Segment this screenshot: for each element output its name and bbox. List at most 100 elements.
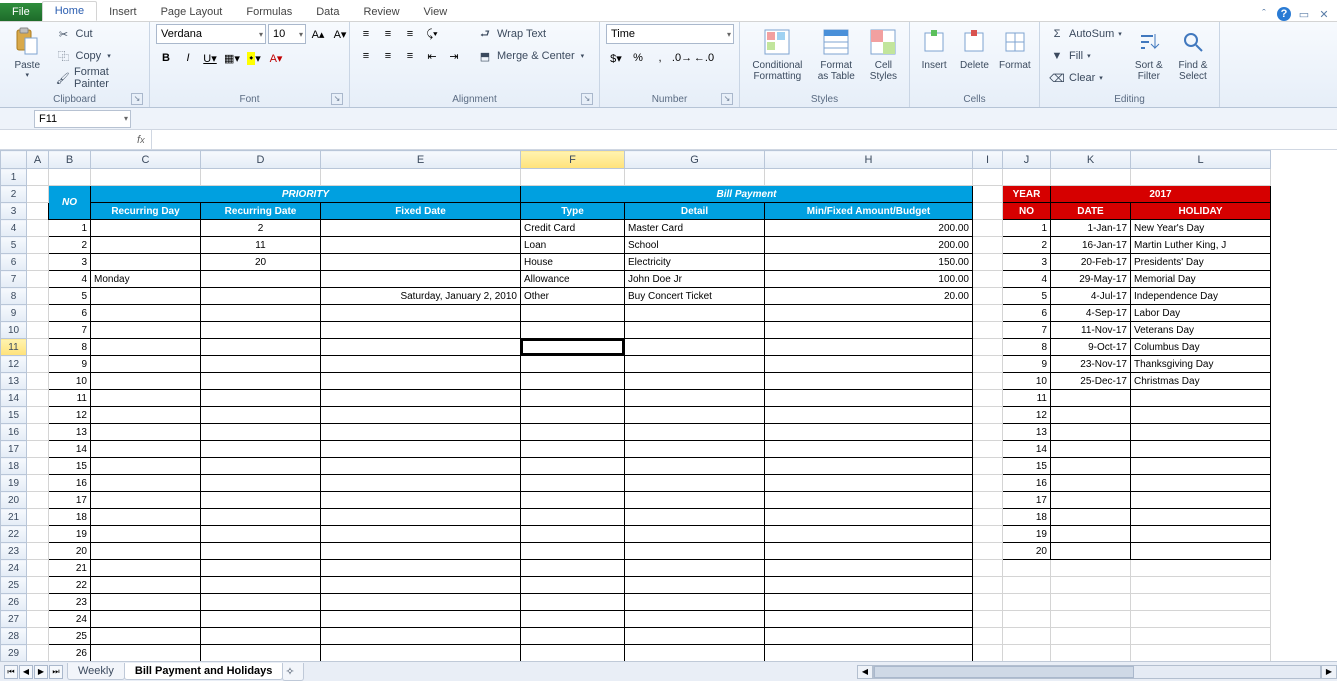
cell[interactable]: 4-Jul-17 <box>1051 288 1131 305</box>
align-launcher[interactable]: ↘ <box>581 93 593 105</box>
cell[interactable] <box>765 611 973 628</box>
cell[interactable]: 8 <box>1003 339 1051 356</box>
row-header[interactable]: 16 <box>1 424 27 441</box>
indent-inc-button[interactable]: ⇥ <box>444 46 464 66</box>
cell[interactable]: Recurring Day <box>91 203 201 220</box>
comma-button[interactable]: , <box>650 48 670 68</box>
row-header[interactable]: 27 <box>1 611 27 628</box>
cell[interactable]: Master Card <box>625 220 765 237</box>
cell[interactable]: John Doe Jr <box>625 271 765 288</box>
row-header[interactable]: 28 <box>1 628 27 645</box>
name-box[interactable]: F11▾ <box>34 110 131 128</box>
cell[interactable] <box>91 509 201 526</box>
cell[interactable]: 16 <box>49 475 91 492</box>
cell[interactable] <box>201 509 321 526</box>
cell[interactable] <box>521 543 625 560</box>
cell[interactable]: Labor Day <box>1131 305 1271 322</box>
cell[interactable] <box>521 594 625 611</box>
row-header[interactable]: 3 <box>1 203 27 220</box>
cell[interactable] <box>1051 611 1131 628</box>
cell[interactable] <box>1051 424 1131 441</box>
cell[interactable] <box>321 271 521 288</box>
cell[interactable] <box>27 203 49 220</box>
cell[interactable]: 11 <box>1003 390 1051 407</box>
hscroll-right[interactable]: ▶ <box>1321 665 1337 679</box>
cell[interactable] <box>27 373 49 390</box>
cell[interactable]: 21 <box>49 560 91 577</box>
cell[interactable]: 200.00 <box>765 237 973 254</box>
cell[interactable]: DATE <box>1051 203 1131 220</box>
cell[interactable] <box>321 509 521 526</box>
sheet-nav-prev[interactable]: ◀ <box>19 665 33 679</box>
cell[interactable] <box>625 560 765 577</box>
cell[interactable]: Christmas Day <box>1131 373 1271 390</box>
row-header[interactable]: 15 <box>1 407 27 424</box>
cell[interactable] <box>625 509 765 526</box>
cell[interactable] <box>973 203 1003 220</box>
cell[interactable]: 11-Nov-17 <box>1051 322 1131 339</box>
cell[interactable] <box>1051 560 1131 577</box>
cell[interactable] <box>201 458 321 475</box>
cell[interactable] <box>765 356 973 373</box>
cell[interactable] <box>625 492 765 509</box>
cell[interactable]: 9 <box>49 356 91 373</box>
cell[interactable]: Monday <box>91 271 201 288</box>
copy-button[interactable]: ⿻Copy▾ <box>53 46 144 66</box>
percent-button[interactable]: % <box>628 48 648 68</box>
cell[interactable]: 10 <box>1003 373 1051 390</box>
cell[interactable]: 18 <box>1003 509 1051 526</box>
cell[interactable] <box>1051 390 1131 407</box>
cell[interactable]: 11 <box>201 237 321 254</box>
align-right-button[interactable]: ≡ <box>400 46 420 66</box>
cell[interactable]: NO <box>1003 203 1051 220</box>
cell[interactable] <box>321 169 521 186</box>
delete-button[interactable]: Delete <box>956 24 992 73</box>
cell[interactable] <box>27 560 49 577</box>
cell[interactable] <box>521 526 625 543</box>
cell[interactable] <box>521 560 625 577</box>
cell[interactable] <box>201 577 321 594</box>
cell[interactable] <box>625 390 765 407</box>
cell[interactable] <box>321 475 521 492</box>
cell[interactable] <box>765 594 973 611</box>
cell[interactable]: 6 <box>49 305 91 322</box>
cell[interactable] <box>521 322 625 339</box>
cell[interactable] <box>973 594 1003 611</box>
wrap-text-button[interactable]: ⮐Wrap Text <box>474 24 587 44</box>
cell[interactable] <box>625 339 765 356</box>
cell[interactable]: School <box>625 237 765 254</box>
cell[interactable]: HOLIDAY <box>1131 203 1271 220</box>
cell[interactable] <box>625 305 765 322</box>
border-button[interactable]: ▦▾ <box>222 48 242 68</box>
cell[interactable]: 16 <box>1003 475 1051 492</box>
paste-button[interactable]: Paste▾ <box>6 24 49 81</box>
cell[interactable] <box>91 441 201 458</box>
row-header[interactable]: 5 <box>1 237 27 254</box>
cell[interactable] <box>973 373 1003 390</box>
cell[interactable] <box>1051 492 1131 509</box>
cell[interactable]: 20 <box>201 254 321 271</box>
cell[interactable] <box>973 356 1003 373</box>
cell[interactable]: 19 <box>49 526 91 543</box>
cell[interactable]: 20-Feb-17 <box>1051 254 1131 271</box>
sheet-tab-new[interactable]: ✧ <box>282 663 304 681</box>
cell[interactable] <box>625 526 765 543</box>
sheet-nav-first[interactable]: ⏮ <box>4 665 18 679</box>
cell[interactable] <box>625 628 765 645</box>
cell[interactable] <box>91 288 201 305</box>
cell[interactable] <box>973 254 1003 271</box>
cell[interactable] <box>765 458 973 475</box>
cell[interactable]: House <box>521 254 625 271</box>
cell[interactable] <box>625 322 765 339</box>
cell[interactable] <box>27 322 49 339</box>
cell[interactable] <box>201 594 321 611</box>
row-header[interactable]: 23 <box>1 543 27 560</box>
cell[interactable] <box>201 645 321 662</box>
cell[interactable] <box>91 645 201 662</box>
cell[interactable]: 13 <box>49 424 91 441</box>
cell[interactable] <box>27 356 49 373</box>
align-center-button[interactable]: ≡ <box>378 46 398 66</box>
cell[interactable] <box>321 373 521 390</box>
cell[interactable] <box>973 390 1003 407</box>
cell[interactable] <box>27 254 49 271</box>
